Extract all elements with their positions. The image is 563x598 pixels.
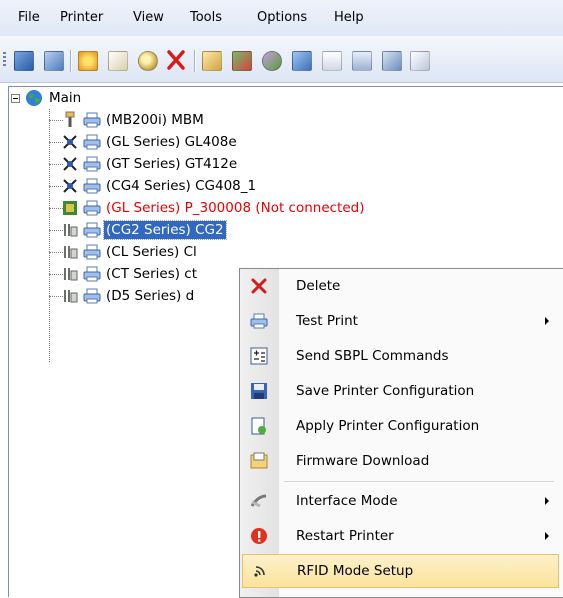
tree-printer-row[interactable]: (D5 Series) d xyxy=(61,285,196,307)
interface-board-icon xyxy=(61,199,79,217)
network-printer-icon[interactable] xyxy=(44,51,64,71)
serial-connection-icon xyxy=(61,265,79,283)
lan-connection-icon xyxy=(61,155,79,173)
interface-mode-menu-item[interactable]: Interface Mode xyxy=(242,484,559,518)
firmware-download-icon xyxy=(250,452,268,470)
tree-printer-row[interactable]: (MB200i) MBM xyxy=(61,109,206,131)
tree-printer-row[interactable]: (GL Series) P_300008 (Not connected) xyxy=(61,197,367,219)
sbpl-command-icon xyxy=(250,347,268,365)
save-printer-configuration-menu-item[interactable]: Save Printer Configuration xyxy=(242,374,559,408)
serial-connection-icon xyxy=(61,221,79,239)
folder-open-icon[interactable] xyxy=(202,51,222,71)
lan-connection-icon xyxy=(61,177,79,195)
menu-help[interactable]: Help xyxy=(334,10,364,25)
tree-root-row[interactable]: Main xyxy=(9,87,83,109)
tree-printer-row[interactable]: (GL Series) GL408e xyxy=(61,131,239,153)
picture-icon[interactable] xyxy=(292,51,312,71)
tree-printer-label: (CG2 Series) CG2 xyxy=(103,220,227,240)
context-menu: Delete Test Print Send SBPL Commands Save P… xyxy=(239,268,563,598)
context-menu-item-label: Save Printer Configuration xyxy=(296,383,475,399)
send-sbpl-commands-menu-item[interactable]: Send SBPL Commands xyxy=(242,339,559,373)
lan-connection-icon xyxy=(61,133,79,151)
menu-file[interactable]: File xyxy=(18,10,40,25)
tree-printer-label: (CT Series) ct xyxy=(106,266,198,282)
rfid-signal-icon xyxy=(251,562,269,580)
serial-connection-icon xyxy=(61,287,79,305)
test-print-menu-item[interactable]: Test Print xyxy=(242,304,559,338)
save-icon[interactable] xyxy=(382,51,402,71)
tree-printer-row[interactable]: (CG2 Series) CG2 xyxy=(61,219,227,241)
globe-icon xyxy=(25,89,43,107)
floppy-save-icon xyxy=(250,382,268,400)
tree-printer-row[interactable]: (CL Series) Cl xyxy=(61,241,199,263)
properties-icon[interactable] xyxy=(78,51,98,71)
tree-printer-row[interactable]: (CT Series) ct xyxy=(61,263,199,285)
tree-connector xyxy=(49,109,50,362)
printer-icon xyxy=(83,221,101,239)
menu-printer[interactable]: Printer xyxy=(60,10,103,25)
image-icon[interactable] xyxy=(232,51,252,71)
tree-root-label: Main xyxy=(49,90,82,106)
add-printer-icon[interactable] xyxy=(14,51,34,71)
search-printer-icon[interactable] xyxy=(138,51,158,71)
context-menu-item-label: Test Print xyxy=(296,313,358,329)
context-menu-item-label: Delete xyxy=(296,278,341,294)
printer-icon xyxy=(83,265,101,283)
toolbar-separator xyxy=(194,50,195,72)
tree-printer-label: (CL Series) Cl xyxy=(106,244,197,260)
apply-config-icon xyxy=(250,417,268,435)
tree-printer-row[interactable]: (CG4 Series) CG408_1 xyxy=(61,175,258,197)
interface-cable-icon xyxy=(250,492,268,510)
printer-icon xyxy=(250,312,268,330)
sbpl-icon[interactable] xyxy=(322,51,342,71)
tree-printer-label: (CG4 Series) CG408_1 xyxy=(106,178,257,194)
menu-view[interactable]: View xyxy=(133,10,164,25)
printer-icon xyxy=(83,133,101,151)
tree-printer-label: (GT Series) GT412e xyxy=(106,156,238,172)
context-menu-item-label: Firmware Download xyxy=(296,453,430,469)
context-menu-item-label: RFID Mode Setup xyxy=(297,563,414,579)
usb-connection-icon xyxy=(61,111,79,129)
submenu-arrow-icon xyxy=(545,497,549,505)
document-icon[interactable] xyxy=(410,51,430,71)
toolbar-grip[interactable] xyxy=(3,52,6,68)
submenu-arrow-icon xyxy=(545,317,549,325)
tree-printer-row[interactable]: (GT Series) GT412e xyxy=(61,153,239,175)
delete-menu-item[interactable]: Delete xyxy=(242,269,559,303)
toolbar xyxy=(0,36,563,83)
tree-printer-label: (D5 Series) d xyxy=(106,288,195,304)
printer-icon xyxy=(83,243,101,261)
printer-icon xyxy=(83,287,101,305)
printer-icon xyxy=(83,177,101,195)
delete-x-icon xyxy=(250,277,268,295)
firmware-icon[interactable] xyxy=(262,51,282,71)
printer-icon xyxy=(83,199,101,217)
tree-printer-label: (GL Series) GL408e xyxy=(106,134,237,150)
submenu-arrow-icon xyxy=(545,532,549,540)
menu-bar: File Printer View Tools Options Help xyxy=(0,0,563,37)
tree-printer-label: (GL Series) P_300008 (Not connected) xyxy=(106,200,365,216)
context-menu-item-label: Apply Printer Configuration xyxy=(296,418,480,434)
restart-printer-menu-item[interactable]: Restart Printer xyxy=(242,519,559,553)
restart-alert-icon xyxy=(250,527,268,545)
printer-icon xyxy=(83,155,101,173)
tree-printer-label: (MB200i) MBM xyxy=(106,112,204,128)
print-preview-icon[interactable] xyxy=(108,51,128,71)
apply-printer-configuration-menu-item[interactable]: Apply Printer Configuration xyxy=(242,409,559,443)
context-menu-item-label: Restart Printer xyxy=(296,528,394,544)
firmware-download-menu-item[interactable]: Firmware Download xyxy=(242,444,559,478)
menu-options[interactable]: Options xyxy=(257,10,307,25)
network-tree-icon[interactable] xyxy=(352,51,372,71)
collapse-toggle[interactable] xyxy=(11,94,20,103)
context-menu-item-label: Send SBPL Commands xyxy=(296,348,449,364)
context-menu-item-label: Interface Mode xyxy=(296,493,398,509)
printer-icon xyxy=(83,111,101,129)
serial-connection-icon xyxy=(61,243,79,261)
toolbar-separator xyxy=(70,50,71,72)
context-menu-separator xyxy=(284,481,554,482)
rfid-mode-setup-menu-item[interactable]: RFID Mode Setup xyxy=(242,554,559,588)
delete-icon[interactable] xyxy=(166,49,186,71)
menu-tools[interactable]: Tools xyxy=(190,10,222,25)
